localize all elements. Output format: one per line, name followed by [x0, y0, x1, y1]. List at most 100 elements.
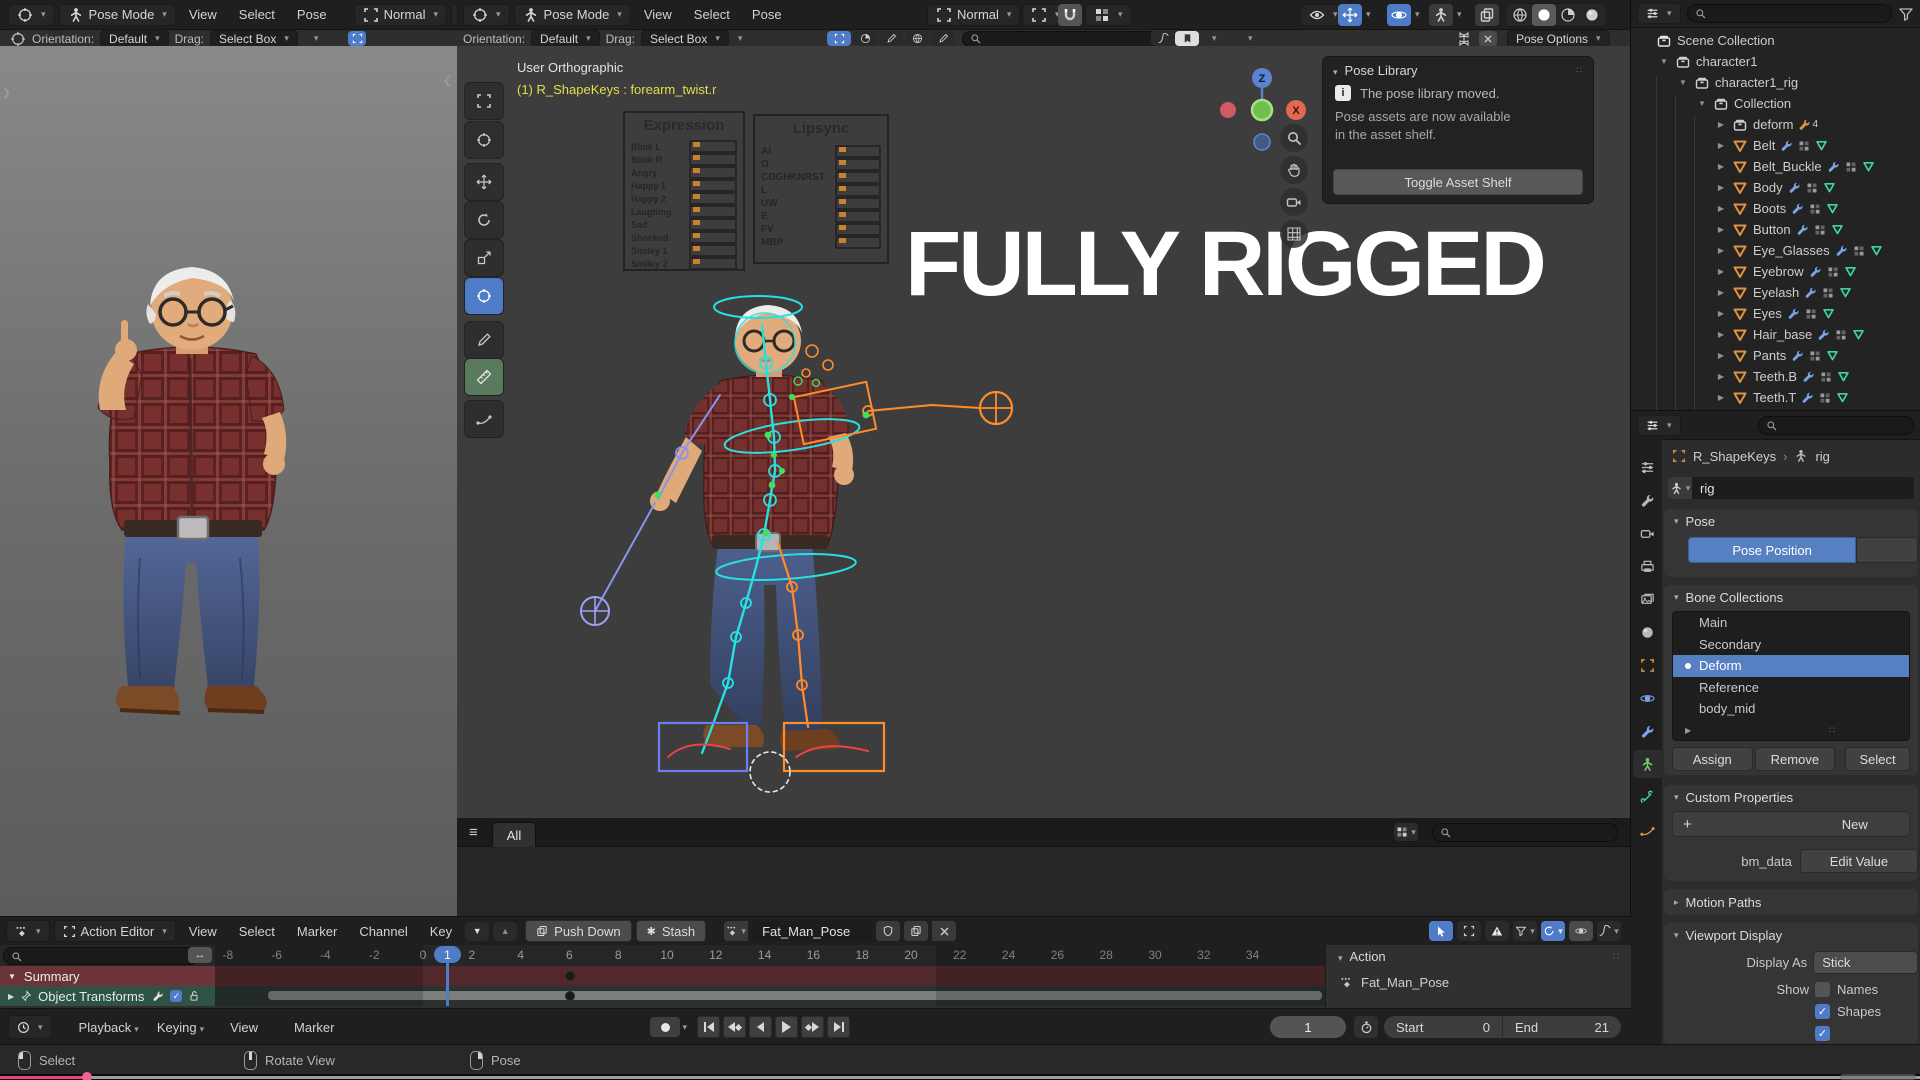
shapekey-row-angry[interactable]: Angry — [625, 166, 743, 179]
shapekey-row-happy-1[interactable]: Happy 1 — [625, 179, 743, 192]
motion-paths-panel[interactable]: ▸ Motion Paths — [1664, 889, 1918, 915]
properties-tab-bone-10[interactable] — [1633, 783, 1662, 811]
expand-arrow[interactable]: ▼ — [1696, 99, 1708, 108]
expand-arrow[interactable]: ▶ — [1715, 204, 1727, 213]
action-editor-mode-dropdown[interactable]: Action Editor ▾ — [53, 920, 176, 942]
drag-value-dropdown[interactable]: Select Box ▾ — [209, 30, 298, 47]
slider-knob[interactable] — [693, 155, 700, 160]
bone-collections-title[interactable]: Bone Collections — [1686, 590, 1784, 605]
orientation-dropdown[interactable]: Normal ▾ — [353, 3, 447, 26]
clear-x-button[interactable] — [1479, 30, 1497, 47]
shapekey-slider[interactable] — [689, 166, 737, 179]
jump-to-start-button[interactable] — [697, 1016, 720, 1038]
outliner-row-deform[interactable]: ▶ deform 4 — [1631, 114, 1920, 135]
mode-dropdown[interactable]: Pose Mode ▾ — [513, 3, 631, 26]
slider-knob[interactable] — [839, 225, 846, 230]
shading-material-button[interactable] — [1556, 4, 1580, 26]
modifier-wrench-icon[interactable] — [152, 990, 164, 1002]
shapekey-slider[interactable] — [689, 257, 737, 270]
expand-arrow[interactable]: ▶ — [1715, 225, 1727, 234]
menu-view[interactable]: View — [180, 924, 226, 939]
duplicate-action-button[interactable] — [904, 921, 929, 941]
rest-position-button[interactable] — [1856, 537, 1918, 563]
editor-type-button[interactable]: ▾ — [8, 3, 55, 26]
snap-toggle[interactable] — [1058, 3, 1082, 26]
tool-select-box[interactable] — [827, 31, 851, 46]
move-down-button[interactable]: ▼ — [465, 921, 490, 941]
slider-knob[interactable] — [693, 181, 700, 186]
tool-brush[interactable] — [931, 31, 955, 46]
filter-funnel-dropdown[interactable]: ▾ — [1513, 921, 1537, 941]
expand-arrow[interactable]: ▶ — [1715, 309, 1727, 318]
name-field[interactable]: rig — [1692, 477, 1914, 499]
stash-button[interactable]: ✱ Stash — [635, 920, 707, 942]
fake-user-button[interactable] — [876, 921, 901, 941]
menu-pose[interactable]: Pose — [288, 7, 336, 22]
outliner-row-character1_rig[interactable]: ▼ character1_rig — [1631, 72, 1920, 93]
shapekey-row-l[interactable]: L — [755, 184, 887, 197]
slider-knob[interactable] — [839, 186, 846, 191]
shapes-checkbox[interactable]: ✓ — [1815, 1004, 1830, 1019]
remove-button[interactable]: Remove — [1754, 747, 1836, 771]
tool-measure[interactable] — [464, 358, 504, 396]
bone-collection-row-deform[interactable]: Deform — [1673, 655, 1909, 677]
mode-dropdown[interactable]: Pose Mode ▾ — [58, 3, 176, 26]
shading-wireframe-button[interactable] — [1508, 4, 1532, 26]
properties-tab-curvetool-11[interactable] — [1633, 816, 1662, 844]
outliner-row-hair_base[interactable]: ▶ Hair_base — [1631, 324, 1920, 345]
pose-library-header[interactable]: ▾ Pose Library — [1333, 63, 1418, 78]
properties-editor-type-button[interactable]: ▾ — [1637, 414, 1681, 436]
overlays-dropdown[interactable]: ▾ — [1415, 9, 1420, 20]
shapekey-row-ai[interactable]: AI — [755, 145, 887, 158]
expand-arrow[interactable]: ▶ — [1715, 393, 1727, 402]
outliner-row-eyelash[interactable]: ▶ Eyelash — [1631, 282, 1920, 303]
snap-with-dropdown[interactable]: ▾ — [1085, 3, 1132, 26]
motion-paths-title[interactable]: Motion Paths — [1686, 895, 1762, 910]
shapekey-slider[interactable] — [689, 192, 737, 205]
tool-move[interactable] — [464, 163, 504, 201]
shapekey-slider[interactable] — [689, 179, 737, 192]
curve-falloff-chip[interactable] — [1151, 31, 1175, 46]
shapekey-row-blink-l[interactable]: Blink L — [625, 140, 743, 153]
gizmos-dropdown[interactable]: ▾ — [1366, 9, 1371, 20]
shapekey-row-cdghknrst[interactable]: CDGHKNRST — [755, 171, 887, 184]
tool-annotate[interactable] — [464, 321, 504, 359]
new-property-button[interactable]: + New — [1672, 811, 1910, 837]
filter-cursor-toggle[interactable] — [1429, 921, 1453, 941]
slider-knob[interactable] — [693, 168, 700, 173]
outliner-row-body[interactable]: ▶ Body — [1631, 177, 1920, 198]
properties-tab-wrench-8[interactable] — [1633, 717, 1662, 745]
shapekey-row-laughing[interactable]: Laughing — [625, 205, 743, 218]
assign-button[interactable]: Assign — [1672, 747, 1753, 771]
outliner-row-collection[interactable]: ▼ Collection — [1631, 93, 1920, 114]
region-collapse-icon[interactable]: ❮ — [443, 74, 452, 87]
pose-panel-title[interactable]: Pose — [1686, 514, 1716, 529]
tool-rotate[interactable] — [464, 201, 504, 239]
bone-collection-row-secondary[interactable]: Secondary — [1673, 634, 1909, 656]
slider-knob[interactable] — [693, 207, 700, 212]
viewport-display-title[interactable]: Viewport Display — [1686, 928, 1783, 943]
proportional-edit-toggle[interactable]: ▾ — [1541, 921, 1565, 941]
edit-value-button[interactable]: Edit Value — [1799, 849, 1918, 873]
expand-arrow[interactable]: ▼ — [1677, 78, 1689, 87]
extra-dropdown-1[interactable]: ▾ — [1212, 33, 1217, 44]
falloff-dropdown[interactable]: ▾ — [1597, 921, 1621, 941]
shapekey-row-o[interactable]: O — [755, 158, 887, 171]
slider-knob[interactable] — [693, 220, 700, 225]
shapekey-slider[interactable] — [835, 197, 881, 210]
end-frame-field[interactable]: End 21 — [1502, 1016, 1621, 1038]
tool-scale[interactable] — [464, 239, 504, 277]
custom-properties-title[interactable]: Custom Properties — [1686, 790, 1794, 805]
tool-annotate[interactable] — [879, 31, 903, 46]
menu-select[interactable]: Select — [685, 7, 739, 22]
outliner-row-eyebrow[interactable]: ▶ Eyebrow — [1631, 261, 1920, 282]
menu-pose[interactable]: Pose — [743, 7, 791, 22]
shapekey-slider[interactable] — [835, 145, 881, 158]
frame-field[interactable]: 1 — [1270, 1016, 1346, 1038]
expand-arrow[interactable]: ▶ — [1715, 288, 1727, 297]
shapekey-row-fv[interactable]: FV — [755, 223, 887, 236]
outliner-row-eyes[interactable]: ▶ Eyes — [1631, 303, 1920, 324]
xray-dropdown[interactable]: ▾ — [1457, 9, 1462, 20]
breadcrumb-object[interactable]: R_ShapeKeys — [1693, 449, 1776, 464]
tool-sphere[interactable] — [853, 31, 877, 46]
